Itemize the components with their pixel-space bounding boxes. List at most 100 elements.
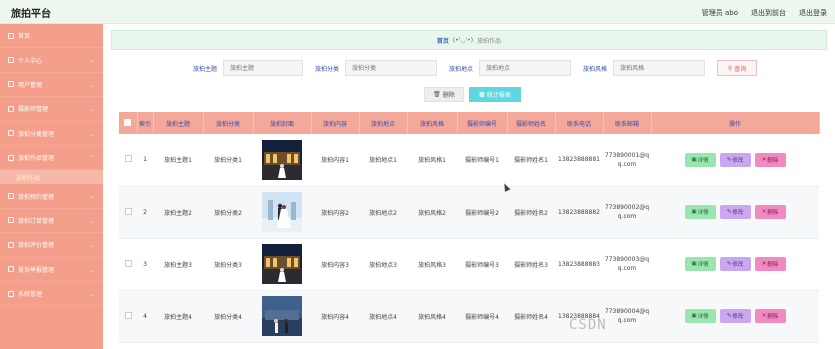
sidebar-item-8[interactable]: 旅拍评价管理 ⌄ [0, 233, 103, 258]
top-bar: 旅拍平台 管理员 abo 退出到前台 退出登录 [0, 0, 835, 24]
edit-label: 修改 [732, 157, 744, 164]
header-photographer-name: 摄影师姓名 [507, 112, 556, 134]
email-line-1: 773890002@q [604, 204, 650, 211]
view-label: 详情 [697, 314, 709, 320]
logout-link[interactable]: 退出登录 [799, 8, 827, 18]
cell-place: 旅拍地点3 [359, 238, 407, 291]
chevron-down-icon: ⌄ [88, 193, 94, 201]
stat-report-button[interactable]: ▩ 统计报表 [469, 87, 521, 102]
sidebar-item-3[interactable]: 摄影师管理 ⌄ [0, 97, 103, 122]
sidebar-item-10[interactable]: 系统管理 ⌄ [0, 282, 103, 307]
style-input[interactable] [613, 60, 706, 76]
sidebar-item-7[interactable]: 旅拍订单管理 ⌄ [0, 209, 103, 234]
theme-label: 旅拍主题 [193, 65, 218, 73]
cell-photographer-id: 摄影师编号1 [457, 134, 507, 187]
cell-cover [253, 238, 311, 291]
sidebar-item-label: 投诉举报管理 [18, 266, 55, 274]
sidebar-item-label: 旅拍分类管理 [18, 130, 55, 138]
edit-button[interactable]: ✎ 修改 [719, 205, 751, 219]
row-checkbox[interactable] [124, 259, 132, 267]
row-checkbox[interactable] [124, 155, 132, 163]
cell-email: 773890003@q q.com [603, 238, 651, 291]
sidebar-item-label: 旅拍作品管理 [18, 155, 55, 163]
cell-content: 旅拍内容3 [311, 238, 359, 291]
chevron-down-icon: ⌄ [88, 217, 94, 225]
sidebar-item-label: 个人中心 [18, 57, 43, 65]
sidebar-item-label: 旅拍预约管理 [18, 193, 55, 201]
view-button[interactable]: ▣ 详情 [684, 205, 716, 219]
delete-button[interactable]: ✕ 删除 [754, 152, 786, 167]
chevron-down-icon: ⌄ [88, 266, 94, 274]
stat-report-label: 统计报表 [486, 92, 511, 99]
chevron-down-icon: ⌄ [88, 81, 94, 89]
row-select-cell [119, 134, 137, 187]
cell-content: 旅拍内容4 [311, 290, 359, 343]
cover-image [253, 192, 311, 232]
row-checkbox[interactable] [124, 207, 132, 215]
cell-photographer-name: 摄影师姓名3 [507, 238, 555, 291]
sidebar-item-2[interactable]: 用户管理 ⌄ [0, 73, 103, 98]
email-line-2: q.com [617, 160, 637, 168]
edit-button[interactable]: ✎ 修改 [719, 152, 751, 167]
delete-button[interactable]: ✕ 删除 [754, 257, 786, 271]
cell-email: 773890001@q q.com [603, 134, 651, 187]
sidebar-item-9[interactable]: 投诉举报管理 ⌄ [0, 258, 103, 282]
sidebar-item-4[interactable]: 旅拍分类管理 ⌄ [0, 122, 103, 146]
cell-photographer-id: 摄影师编号2 [457, 186, 507, 239]
header-select-all[interactable] [119, 112, 138, 134]
theme-input[interactable] [223, 60, 304, 76]
cover-image [253, 296, 311, 336]
row-select-cell [119, 290, 137, 343]
header-category: 旅拍分类 [203, 112, 254, 134]
view-icon: ▣ [691, 209, 697, 215]
edit-icon: ✎ [726, 209, 732, 215]
trash-icon: ✕ [761, 313, 767, 319]
cell-operations: ▣ 详情 ✎ 修改 ✕ 删除 [651, 134, 819, 187]
trash-icon: ✕ [761, 209, 767, 215]
cell-cover [253, 186, 311, 239]
batch-delete-button[interactable]: 🗑 删除 [424, 87, 464, 102]
image-icon [8, 154, 14, 161]
delete-button[interactable]: ✕ 删除 [754, 205, 786, 219]
cell-operations: ▣ 详情 ✎ 修改 ✕ 删除 [651, 186, 819, 239]
order-icon [8, 217, 14, 224]
cover-image [253, 244, 311, 284]
cell-photographer-id: 摄影师编号3 [457, 238, 507, 291]
sidebar-item-6[interactable]: 旅拍预约管理 ⌄ [0, 184, 103, 209]
cell-cover [253, 134, 311, 187]
user-icon [8, 57, 14, 64]
admin-user-label: 管理员 abo [701, 9, 738, 17]
email-line-1: 773890003@q [604, 256, 650, 263]
edit-button[interactable]: ✎ 修改 [719, 257, 751, 271]
cell-index: 1 [137, 134, 153, 187]
row-checkbox[interactable] [124, 311, 132, 319]
goto-frontend-link[interactable]: 退出到前台 [751, 8, 786, 18]
delete-button[interactable]: ✕ 删除 [754, 309, 786, 323]
bar-chart-icon: ▩ [479, 91, 485, 98]
breadcrumb-home[interactable]: 首页 [437, 36, 449, 45]
sidebar-item-0[interactable]: 首页 [0, 24, 103, 49]
view-button[interactable]: ▣ 详情 [684, 152, 716, 167]
category-input[interactable] [345, 60, 438, 76]
cell-theme: 旅拍主题4 [153, 290, 203, 343]
submenu-item-works[interactable]: 旅拍作品 [0, 170, 103, 185]
cell-theme: 旅拍主题1 [153, 134, 203, 187]
works-table: 索引 旅拍主题 旅拍分类 旅拍封面 旅拍内容 旅拍地点 旅拍风格 摄影师编号 摄… [119, 112, 820, 343]
table-row: 3 旅拍主题3 旅拍分类3 旅拍内容3 旅拍地点3 旅拍风格3 摄影师编号3 摄影师姓名3 13… [119, 238, 819, 291]
sidebar-item-1[interactable]: 个人中心 ⌄ [0, 48, 103, 73]
query-button[interactable]: ⚲ 查询 [717, 60, 758, 76]
cell-category: 旅拍分类3 [203, 238, 253, 291]
chevron-down-icon: ⌄ [88, 106, 94, 114]
cell-index: 4 [137, 290, 153, 343]
place-input[interactable] [479, 60, 572, 76]
edit-button[interactable]: ✎ 修改 [719, 309, 751, 323]
sidebar-item-label: 用户管理 [18, 81, 43, 89]
cell-cover [253, 290, 311, 343]
email-line-1: 773890001@q [604, 151, 650, 159]
view-button[interactable]: ▣ 详情 [684, 257, 716, 271]
sidebar-item-5[interactable]: 旅拍作品管理 ⌃ [0, 146, 103, 171]
view-button[interactable]: ▣ 详情 [684, 309, 716, 323]
table-row: 2 旅拍主题2 旅拍分类2 旅拍内容2 旅拍地点2 旅拍风格2 摄影师编号2 摄影师姓名2 13… [119, 186, 819, 239]
calendar-icon [8, 193, 14, 200]
select-all-checkbox[interactable] [124, 118, 132, 126]
